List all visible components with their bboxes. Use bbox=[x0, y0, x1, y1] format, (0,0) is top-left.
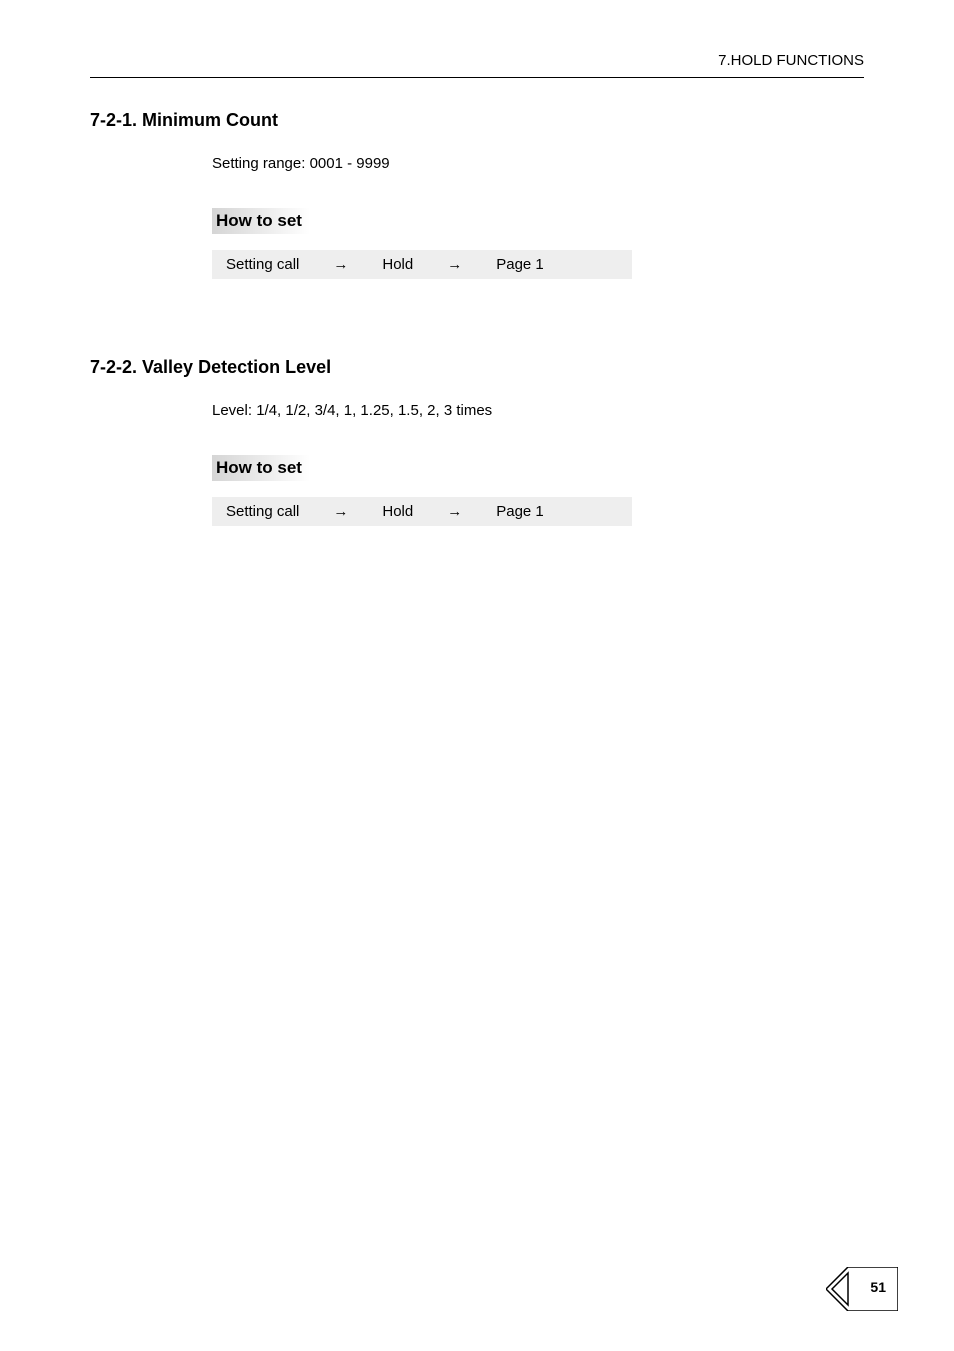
arrow-icon: → bbox=[333, 503, 348, 520]
nav-hold: Hold bbox=[382, 256, 413, 273]
nav-setting-call: Setting call bbox=[226, 503, 299, 520]
chapter-header: 7.HOLD FUNCTIONS bbox=[90, 52, 864, 69]
header-rule bbox=[90, 77, 864, 78]
level-text: Level: 1/4, 1/2, 3/4, 1, 1.25, 1.5, 2, 3… bbox=[212, 402, 864, 419]
howto-label: How to set bbox=[212, 208, 310, 234]
nav-row: Setting call → Hold → Page 1 bbox=[212, 250, 632, 279]
arrow-icon: → bbox=[447, 256, 462, 273]
page-number: 51 bbox=[870, 1279, 886, 1295]
nav-page: Page 1 bbox=[496, 256, 544, 273]
howto-label: How to set bbox=[212, 455, 310, 481]
nav-hold: Hold bbox=[382, 503, 413, 520]
section-heading-min-count: 7-2-1. Minimum Count bbox=[90, 110, 864, 131]
nav-row: Setting call → Hold → Page 1 bbox=[212, 497, 632, 526]
nav-setting-call: Setting call bbox=[226, 256, 299, 273]
page-number-graphic: 51 bbox=[826, 1267, 898, 1311]
arrow-icon: → bbox=[447, 503, 462, 520]
section-heading-valley: 7-2-2. Valley Detection Level bbox=[90, 357, 864, 378]
setting-range-text: Setting range: 0001 - 9999 bbox=[212, 155, 864, 172]
arrow-icon: → bbox=[333, 256, 348, 273]
nav-page: Page 1 bbox=[496, 503, 544, 520]
